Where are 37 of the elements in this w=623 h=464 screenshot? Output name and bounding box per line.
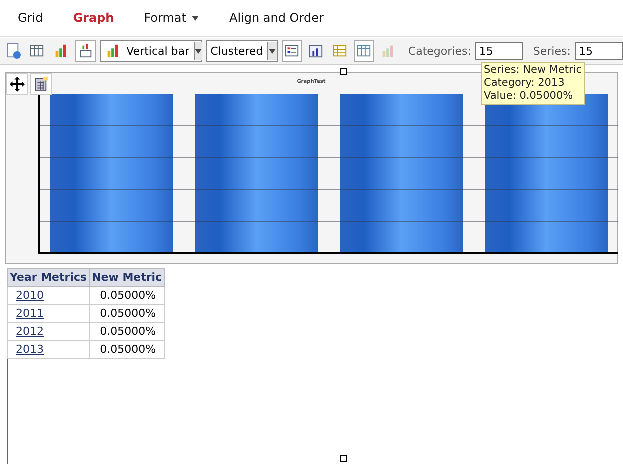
tooltip-line: Value: 0.05000% [484,90,574,103]
legend-button[interactable] [282,40,302,62]
layout-dropdown[interactable]: Clustered [206,40,278,62]
column-header: New Metric [90,268,165,286]
tooltip-line: Category: 2013 [484,77,566,90]
series-field[interactable]: 15 [574,42,623,60]
caret-icon [267,42,277,60]
chart-icon [308,43,324,59]
categories-label: Categories: [408,44,472,58]
calculator-icon [33,76,49,92]
column-header: Year Metrics [8,268,90,286]
resize-handle[interactable] [340,455,347,462]
document-icon [5,43,22,59]
menu-tab[interactable]: Grid [0,11,56,25]
grid-icon [29,43,46,59]
table-icon [356,43,372,59]
move-button[interactable] [6,73,28,95]
grid-graph-button[interactable] [75,40,96,62]
menu-tab[interactable]: Format [126,11,212,25]
resize-handle[interactable] [340,68,347,75]
grid-chart-icon [78,43,94,59]
tooltip-line: Series: New Metric [484,64,582,77]
table-cell: 0.05000% [90,340,165,358]
table-icon [332,43,348,59]
legend-icon [284,43,300,59]
move-icon [9,76,25,92]
series-label: Series: [533,44,571,58]
chart-type-dropdown[interactable]: Vertical bar [100,40,202,62]
menu-tab[interactable]: Graph [55,11,126,25]
table-cell: 0.05000% [90,322,165,340]
calculator-button[interactable] [30,73,52,95]
columns-button[interactable] [354,40,374,62]
table-cell: 0.05000% [90,286,165,304]
menu-tab[interactable]: Align and Order [211,11,336,25]
caret-icon [194,42,202,60]
categories-field[interactable]: 15 [475,42,524,60]
table-cell: 0.05000% [90,304,165,322]
